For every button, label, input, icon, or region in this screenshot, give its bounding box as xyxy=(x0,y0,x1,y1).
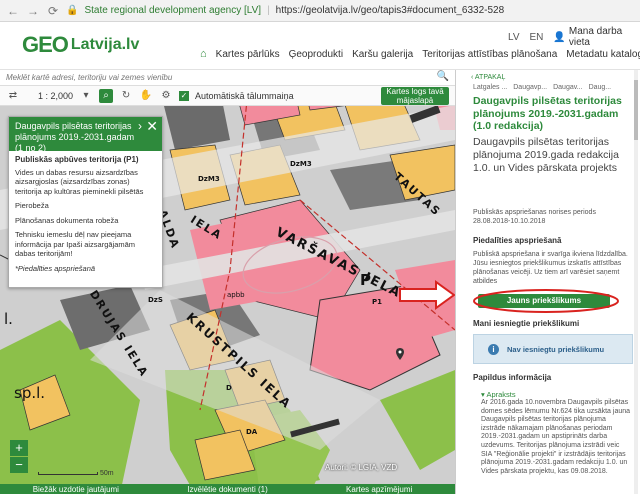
popup-line: Tehnisku iemeslu dēļ nav pieejama inform… xyxy=(15,230,136,258)
map-label-apbb: apbb xyxy=(227,291,245,299)
annotation-ellipse xyxy=(473,289,619,313)
no-proposals-text: Nav iesniegtu priekšlikumu xyxy=(507,344,605,354)
map-label-d: D xyxy=(226,384,232,392)
embed-map-button[interactable]: Kartes logs tavā mājaslapā xyxy=(381,87,449,105)
map-label-dzm3b: DzM3 xyxy=(290,160,312,168)
search-icon[interactable]: 🔍 xyxy=(437,71,449,82)
forward-arrow-icon[interactable]: → xyxy=(26,4,40,18)
description-toggle[interactable]: ▾ Apraksts xyxy=(481,390,516,399)
browser-url-bar: ← → ⟳ 🔒 State regional development agenc… xyxy=(0,0,640,22)
zoom-out-button[interactable]: − xyxy=(10,457,28,473)
layers-icon[interactable]: ⇄ xyxy=(6,89,20,103)
nav-item-geoprodukti[interactable]: Ģeoprodukti xyxy=(289,49,343,60)
map-label-p: P xyxy=(360,271,371,289)
rotate-icon[interactable]: ↻ xyxy=(119,89,133,103)
participate-text: Publiskā apspriešana ir svarīga ikviena … xyxy=(473,251,628,285)
participate-heading: Piedalīties apspriešanā xyxy=(473,236,562,245)
zoom-controls: + − xyxy=(10,440,28,474)
faq-link[interactable]: Biežāk uzdotie jautājumi xyxy=(0,485,152,494)
period-label: Publiskās apspriešanas norises periods xyxy=(473,209,596,216)
panel-scrollbar[interactable] xyxy=(634,70,638,494)
map-attribution: Autori: © LGIA, VZD xyxy=(325,463,398,472)
popup-line: Plānošanas dokumenta robeža xyxy=(15,215,119,225)
breadcrumb-item[interactable]: Daugavp... xyxy=(513,84,547,91)
security-label: State regional development agency [LV] xyxy=(84,5,262,16)
period-dates: 28.08.2018-10.10.2018 xyxy=(473,218,546,225)
scale-dropdown-icon[interactable]: ▾ xyxy=(79,89,93,103)
zoom-in-button[interactable]: + xyxy=(10,440,28,456)
popup-body: Publiskās apbūves teritorija (P1) Vides … xyxy=(9,151,162,282)
nav-item-metadati[interactable]: Metadatu katalogs xyxy=(566,49,640,60)
map-search-input[interactable] xyxy=(0,70,420,85)
back-label: ATPAKAĻ xyxy=(474,74,506,81)
logo-name: Latvija.lv xyxy=(70,36,140,53)
lang-lv[interactable]: LV xyxy=(508,32,520,43)
scrollbar-thumb[interactable] xyxy=(634,80,638,140)
popup-title: Daugavpils pilsētas teritorijas plānojum… xyxy=(15,121,135,153)
close-icon[interactable]: ✕ xyxy=(146,119,158,133)
popup-line: Pierobeža xyxy=(15,201,49,210)
zoom-tool-icon[interactable]: ⌕ xyxy=(99,88,114,103)
map-label-l: l. xyxy=(4,310,13,328)
scale-bar-line xyxy=(38,472,98,475)
annotation-arrow xyxy=(399,280,455,310)
reload-icon[interactable]: ⟳ xyxy=(46,4,60,18)
auto-zoom-checkbox[interactable]: ✓ xyxy=(179,90,190,101)
breadcrumb-item[interactable]: Latgales ... xyxy=(473,84,507,91)
map-bottom-bar: Biežāk uzdotie jautājumi Izvēlētie dokum… xyxy=(0,484,455,494)
extra-info-heading: Papildus informācija xyxy=(473,373,552,382)
map-label-dzs: DzS xyxy=(148,296,163,304)
nav-item-galerija[interactable]: Karšu galerija xyxy=(352,49,413,60)
location-pin-icon[interactable] xyxy=(396,348,404,360)
my-proposals-heading: Mani iesniegtie priekšlikumi xyxy=(473,319,580,328)
url-separator: | xyxy=(267,5,270,16)
nav-item-planosana[interactable]: Teritorijas attīstības plānošana xyxy=(422,49,557,60)
back-link[interactable]: ‹ ATPAKAĻ xyxy=(471,74,505,81)
home-icon[interactable]: ⌂ xyxy=(200,48,207,60)
map-search-row: 🔍 xyxy=(0,70,455,86)
document-description: Daugavpils pilsētas teritorijas plānojum… xyxy=(473,136,619,174)
info-icon: i xyxy=(488,343,499,355)
lock-icon: 🔒 xyxy=(66,5,79,16)
auto-zoom-label: Automātiskā tālummaiņa xyxy=(195,90,294,101)
tools-icon[interactable]: ⚙ xyxy=(159,89,173,103)
map-label-p1: P1 xyxy=(372,298,383,306)
popup-header: Daugavpils pilsētas teritorijas plānojum… xyxy=(9,117,162,153)
scale-bar-label: 50m xyxy=(100,470,114,477)
breadcrumb: Latgales ... Daugavp... Daugav... Daug..… xyxy=(473,84,611,91)
map-info-popup: Daugavpils pilsētas teritorijas plānojum… xyxy=(8,116,163,288)
popup-zone-title: Publiskās apbūves teritorija (P1) xyxy=(15,155,139,164)
lang-en[interactable]: EN xyxy=(530,32,544,43)
no-proposals-info: i Nav iesniegtu priekšlikumu xyxy=(473,334,633,364)
consultation-period: Publiskās apspriešanas norises periods 2… xyxy=(473,208,633,226)
map-label-dzm3: DzM3 xyxy=(198,175,220,183)
site-logo[interactable]: GEO Latvija.lv xyxy=(22,32,139,58)
language-bar: LV EN 👤 Mana darba vieta xyxy=(508,26,640,48)
popup-line: Vides un dabas resursu aizsardzības aizs… xyxy=(15,167,144,196)
pan-hand-icon[interactable]: ✋ xyxy=(139,89,153,103)
user-icon: 👤 xyxy=(553,31,566,43)
back-arrow-icon[interactable]: ← xyxy=(6,4,20,18)
breadcrumb-item[interactable]: Daugav... xyxy=(553,84,582,91)
logo-geo: GEO xyxy=(22,32,69,57)
description-text: Ar 2016.gada 10.novembra Daugavpils pils… xyxy=(481,399,631,475)
map-scale-bar: 50m xyxy=(38,470,114,477)
selected-docs-link[interactable]: Izvēlētie dokumenti (1) xyxy=(152,485,304,494)
site-header: GEO Latvija.lv LV EN 👤 Mana darba vieta … xyxy=(0,22,640,70)
map-label-spl: sp.l. xyxy=(14,384,46,402)
map-label-da: DA xyxy=(246,428,258,436)
legend-link[interactable]: Kartes apzīmējumi xyxy=(303,485,455,494)
nav-item-kartes[interactable]: Kartes pārlūks xyxy=(216,49,280,60)
address-field[interactable]: https://geolatvija.lv/geo/tapis3#documen… xyxy=(276,5,505,16)
description-label: Apraksts xyxy=(486,390,516,399)
document-title: Daugavpils pilsētas teritorijas plānojum… xyxy=(473,95,622,132)
chevron-right-icon[interactable]: › xyxy=(138,120,142,132)
breadcrumb-item[interactable]: Daug... xyxy=(589,84,612,91)
popup-note[interactable]: *Piedalīties apspriešanā xyxy=(15,264,156,274)
main-nav: ⌂ Kartes pārlūks Ģeoprodukti Karšu galer… xyxy=(200,48,640,60)
map-scale-select[interactable]: 1 : 2,000 xyxy=(38,91,73,101)
workspace-label: Mana darba vieta xyxy=(568,26,623,48)
workspace-link[interactable]: 👤 Mana darba vieta xyxy=(553,26,640,48)
document-panel: ‹ ATPAKAĻ Latgales ... Daugavp... Daugav… xyxy=(455,70,640,494)
